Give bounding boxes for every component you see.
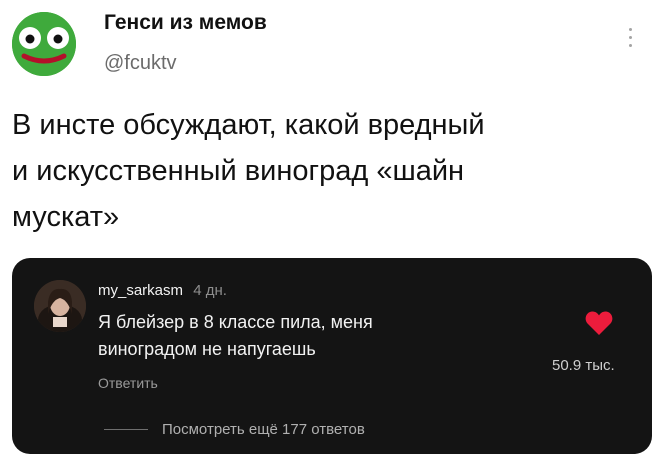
like-count: 50.9 тыс.: [552, 357, 615, 374]
tweet-text: В инсте обсуждают, какой вредный и искус…: [12, 102, 632, 240]
comment-age: 4 дн.: [193, 282, 227, 299]
frog-avatar-icon[interactable]: [12, 12, 76, 76]
instagram-comment-screenshot[interactable]: my_sarkasm 4 дн. Я блейзер в 8 классе пи…: [12, 258, 652, 454]
comment-text: Я блейзер в 8 классе пила, меня виноград…: [98, 309, 498, 363]
comment-meta: my_sarkasm 4 дн.: [98, 282, 227, 299]
replies-divider: [104, 429, 148, 430]
tweet-text-line: мускат»: [12, 201, 120, 233]
more-icon[interactable]: [624, 28, 636, 54]
comment-text-line: виноградом не напугаешь: [98, 339, 316, 359]
heart-icon[interactable]: [585, 310, 613, 336]
tweet-text-line: В инсте обсуждают, какой вредный: [12, 109, 485, 141]
tweet-text-line: и искусственный виноград «шайн: [12, 155, 465, 187]
author-name[interactable]: Генси из мемов: [104, 11, 267, 35]
comment-text-line: Я блейзер в 8 классе пила, меня: [98, 312, 373, 332]
view-replies-link[interactable]: Посмотреть ещё 177 ответов: [162, 421, 365, 438]
commenter-avatar[interactable]: [34, 280, 86, 332]
author-handle[interactable]: @fcuktv: [104, 52, 177, 75]
reply-button[interactable]: Ответить: [98, 375, 158, 391]
comment-username[interactable]: my_sarkasm: [98, 282, 183, 299]
